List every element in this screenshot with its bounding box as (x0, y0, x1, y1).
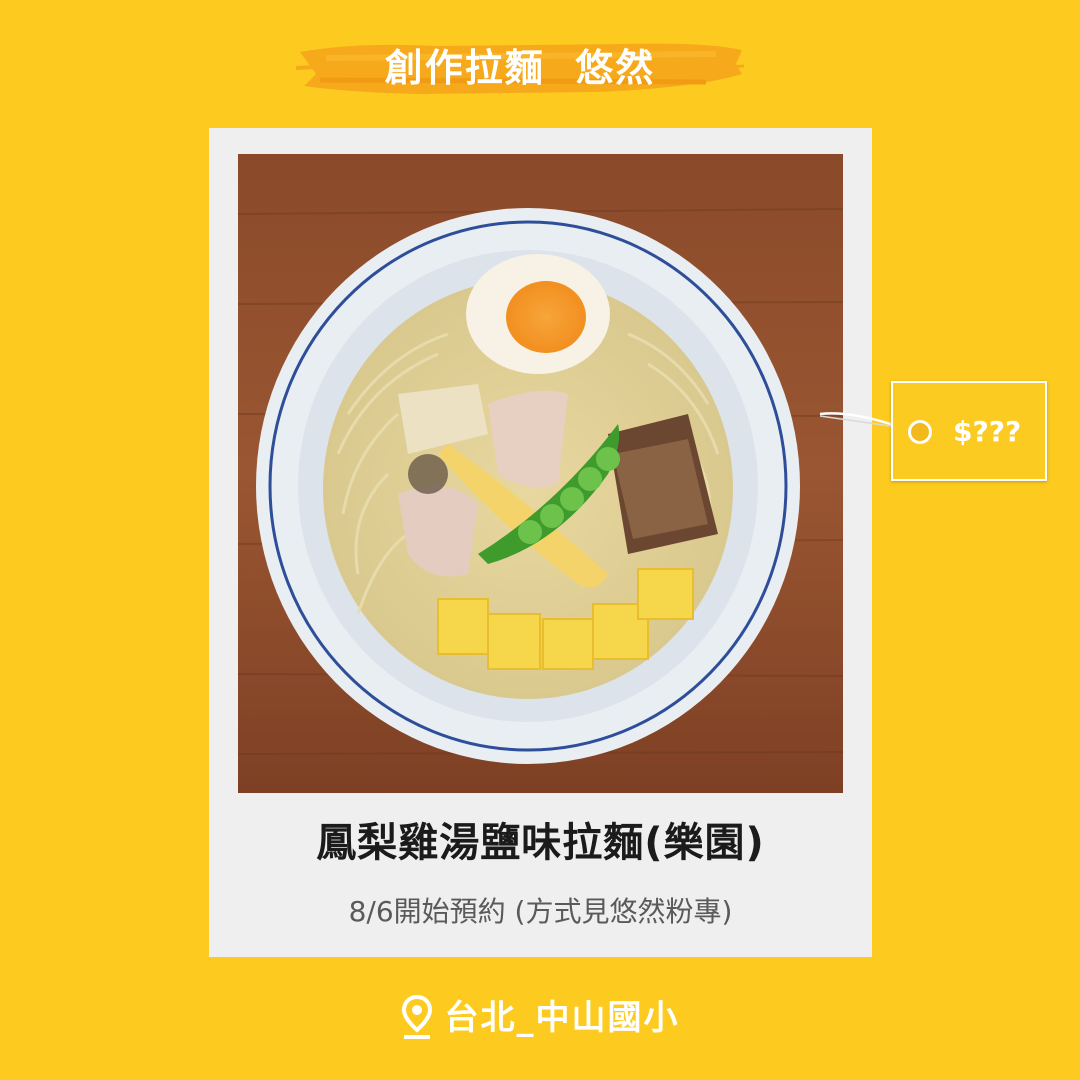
price-tag: $??? (891, 381, 1047, 481)
reservation-note: 8/6開始預約 (方式見悠然粉專) (348, 895, 733, 928)
location: 台北_中山國小 (0, 994, 1080, 1042)
location-pin-icon (401, 994, 432, 1039)
shop-name: 創作拉麵 悠然 (384, 46, 656, 90)
menu-card: 鳳梨雞湯鹽味拉麵(樂園) 8/6開始預約 (方式見悠然粉專) (209, 128, 872, 957)
price-label: $??? (953, 415, 1022, 448)
ramen-photo (238, 154, 843, 793)
location-label: 台北_中山國小 (444, 998, 680, 1038)
dish-name: 鳳梨雞湯鹽味拉麵(樂園) (316, 820, 765, 866)
shop-banner: 創作拉麵 悠然 (296, 38, 744, 98)
tag-hole-icon (908, 420, 932, 444)
